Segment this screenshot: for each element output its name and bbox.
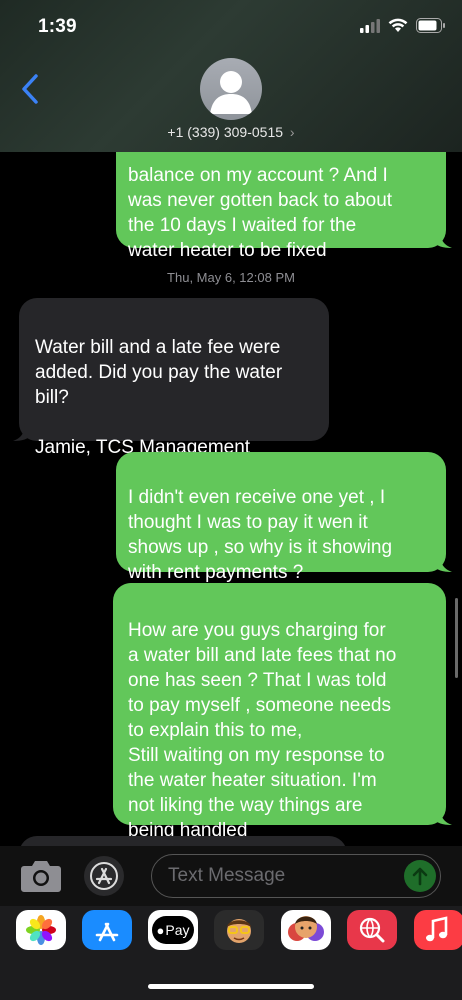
message-text: balance on my account ? And I was never … — [128, 165, 393, 261]
music-note-icon — [426, 916, 448, 942]
back-chevron-icon[interactable] — [16, 72, 46, 106]
camera-icon[interactable] — [20, 858, 62, 894]
music-app-icon[interactable] — [414, 910, 462, 950]
app-store-a-icon — [95, 922, 119, 942]
contact-name[interactable]: +1 (339) 309-0515 › — [0, 124, 462, 140]
home-indicator[interactable] — [148, 984, 314, 989]
photos-app-icon[interactable] — [16, 910, 66, 950]
outgoing-message[interactable]: I didn't even receive one yet , I though… — [116, 452, 452, 583]
photos-flower-icon — [26, 915, 56, 945]
animoji-app-icon[interactable] — [281, 910, 331, 950]
timestamp: Thu, May 6, 12:08 PM — [167, 270, 295, 285]
message-input[interactable]: Text Message — [151, 854, 441, 898]
person-silhouette-icon — [210, 71, 252, 114]
apple-pay-badge: ● Pay — [152, 916, 194, 944]
wifi-icon — [388, 18, 408, 32]
message-text: Water bill and a late fee were added. Di… — [35, 337, 283, 458]
bubble-tail — [434, 807, 452, 825]
status-icons — [360, 18, 446, 33]
bubble-tail — [434, 554, 452, 572]
app-store-icon — [90, 862, 118, 890]
outgoing-message[interactable]: How are you guys charging for a water bi… — [113, 583, 452, 841]
bubble-tail — [13, 423, 31, 441]
scrollbar[interactable] — [455, 598, 458, 678]
globe-search-icon — [359, 917, 385, 943]
bubble-tail — [434, 230, 452, 248]
app-drawer-button[interactable] — [84, 856, 124, 896]
apple-pay-app-icon[interactable]: ● Pay — [148, 910, 198, 950]
message-input-placeholder: Text Message — [168, 865, 286, 886]
animoji-faces-icon — [288, 916, 324, 941]
apple-logo-icon: ● — [156, 922, 165, 938]
battery-icon — [416, 18, 445, 33]
send-button[interactable] — [404, 860, 436, 892]
contact-avatar[interactable] — [200, 58, 262, 120]
apple-pay-label: Pay — [165, 922, 190, 938]
incoming-message[interactable]: Water bill and a late fee were added. Di… — [13, 298, 329, 458]
web-search-app-icon[interactable] — [347, 910, 397, 950]
status-time: 1:39 — [38, 16, 77, 37]
arrow-up-icon — [412, 867, 428, 886]
message-text: I didn't even receive one yet , I though… — [128, 487, 393, 583]
app-store-app-icon[interactable] — [82, 910, 132, 950]
memoji-face-icon — [227, 919, 251, 943]
message-text: How are you guys charging for a water bi… — [128, 620, 397, 841]
chevron-right-icon: › — [289, 124, 295, 140]
cellular-signal-icon — [360, 18, 380, 33]
contact-number: +1 (339) 309-0515 — [167, 124, 284, 140]
conversation-header: 1:39 +1 (339) 309-0515 › — [0, 0, 462, 152]
memoji-app-icon[interactable] — [214, 910, 264, 950]
